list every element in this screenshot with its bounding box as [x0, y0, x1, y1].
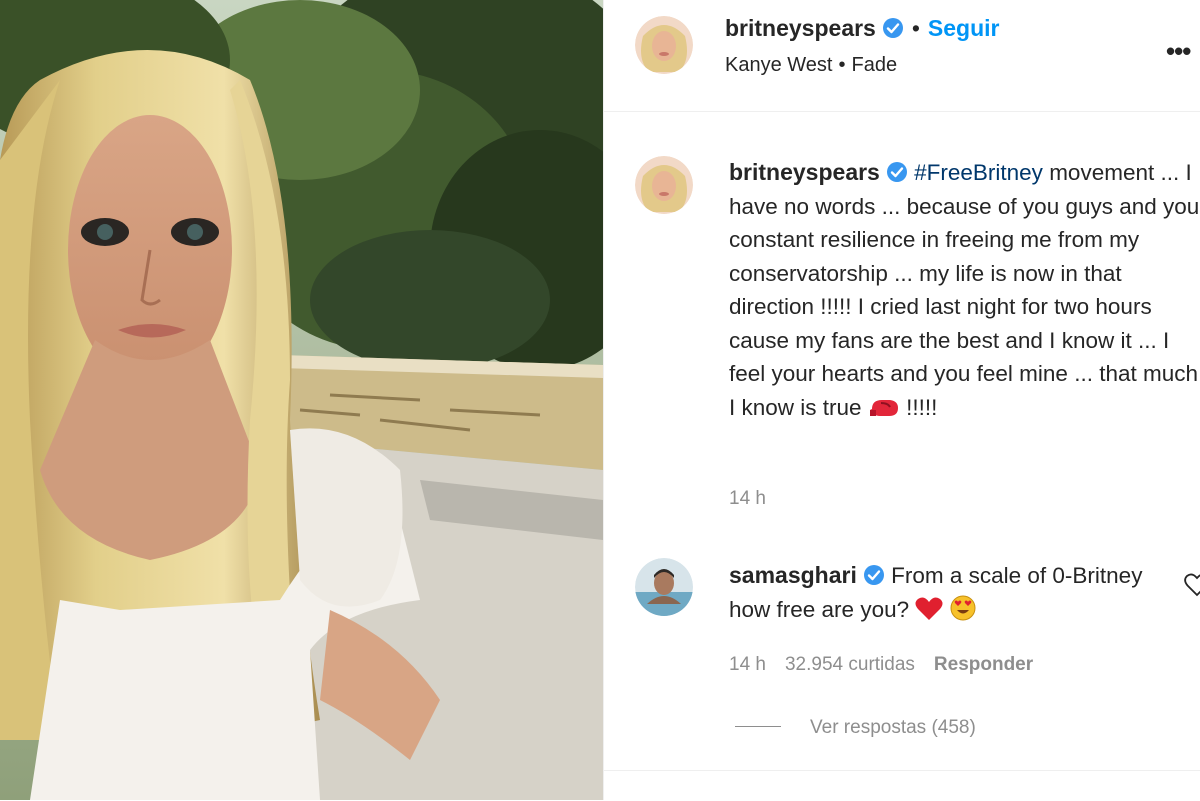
- verified-badge-icon: [863, 562, 885, 585]
- author-username[interactable]: britneyspears: [725, 15, 876, 41]
- top-comment: samasghari From a scale of 0-Britney how…: [729, 558, 1149, 631]
- caption-suffix: !!!!!: [899, 394, 938, 420]
- heart-eyes-emoji-icon: [950, 595, 976, 631]
- post-details-panel: britneyspears • Seguir Kanye West • Fade •••…: [603, 0, 1200, 800]
- verified-badge-icon: [886, 159, 908, 182]
- separator-dot: •: [911, 15, 920, 41]
- post-media[interactable]: [0, 0, 603, 800]
- audio-song: Fade: [851, 54, 898, 76]
- follow-button[interactable]: Seguir: [928, 15, 1000, 41]
- commenter-avatar[interactable]: [635, 558, 693, 616]
- comment-timestamp: 14 h: [729, 654, 766, 675]
- audio-artist: Kanye West: [725, 54, 833, 76]
- post-actions-bar: [604, 770, 1200, 801]
- comment-meta: 14 h 32.954 curtidas Responder: [729, 654, 1052, 676]
- replies-divider-line: [735, 726, 781, 727]
- hashtag-link[interactable]: #FreeBritney: [914, 160, 1043, 185]
- boxing-glove-emoji-icon: [868, 395, 900, 429]
- audio-info[interactable]: Kanye West • Fade: [725, 54, 897, 77]
- header-title-line: britneyspears • Seguir: [725, 15, 1000, 42]
- verified-badge-icon: [882, 17, 904, 39]
- commenter-username[interactable]: samasghari: [729, 562, 857, 588]
- post-header: britneyspears • Seguir Kanye West • Fade •••: [604, 0, 1200, 112]
- view-replies-label: Ver respostas (458): [810, 717, 976, 738]
- like-comment-heart-icon[interactable]: [1184, 573, 1200, 597]
- more-options-icon[interactable]: •••: [1166, 36, 1191, 67]
- reply-button[interactable]: Responder: [934, 654, 1033, 675]
- post-caption: britneyspears #FreeBritney movement ... …: [729, 156, 1200, 428]
- view-replies-button[interactable]: Ver respostas (458): [735, 717, 976, 739]
- comment-likes-count[interactable]: 32.954 curtidas: [785, 654, 915, 675]
- caption-username[interactable]: britneyspears: [729, 159, 880, 185]
- separator-dot: •: [838, 54, 846, 76]
- caption-author-avatar[interactable]: [635, 156, 693, 214]
- caption-text: movement ... I have no words ... because…: [729, 160, 1200, 420]
- caption-timestamp: 14 h: [729, 488, 766, 509]
- red-heart-emoji-icon: [915, 597, 943, 631]
- author-avatar[interactable]: [635, 16, 693, 74]
- post-photo: [0, 0, 603, 800]
